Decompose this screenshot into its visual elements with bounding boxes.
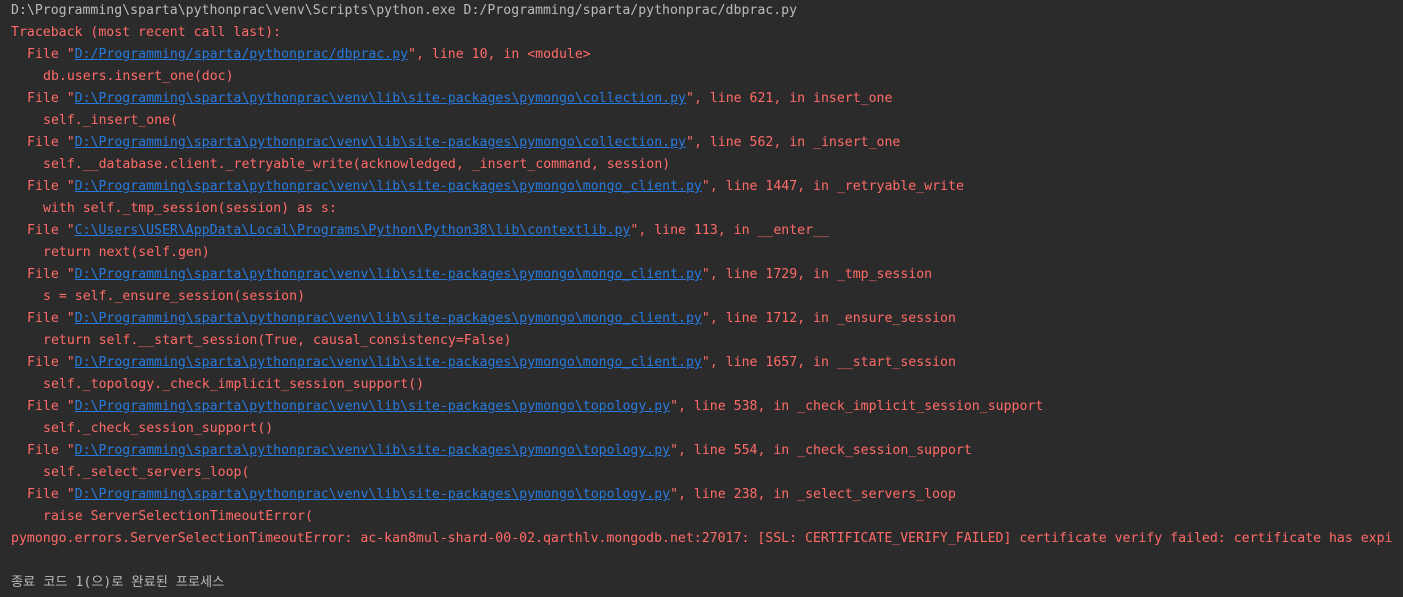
- file-path-link[interactable]: D:\Programming\sparta\pythonprac\venv\li…: [75, 91, 686, 106]
- frame-prefix: File ": [27, 179, 75, 194]
- traceback-code-line: s = self._ensure_session(session): [43, 289, 306, 304]
- traceback-code-line: db.users.insert_one(doc): [43, 69, 234, 84]
- frame-location: ", line 10, in <module>: [408, 47, 591, 62]
- frame-location: ", line 1712, in _ensure_session: [701, 311, 956, 326]
- file-path-link[interactable]: D:\Programming\sparta\pythonprac\venv\li…: [75, 487, 670, 502]
- frame-prefix: File ": [27, 355, 75, 370]
- traceback-frame: File "D:\Programming\sparta\pythonprac\v…: [11, 484, 956, 506]
- file-path-link[interactable]: D:/Programming/sparta/pythonprac/dbprac.…: [75, 47, 408, 62]
- traceback-frame: File "D:\Programming\sparta\pythonprac\v…: [11, 88, 892, 110]
- frame-prefix: File ": [27, 91, 75, 106]
- traceback-frame: File "D:\Programming\sparta\pythonprac\v…: [11, 176, 964, 198]
- traceback-code-line: self._select_servers_loop(: [43, 465, 250, 480]
- file-path-link[interactable]: D:\Programming\sparta\pythonprac\venv\li…: [75, 267, 702, 282]
- run-console-output[interactable]: D:\Programming\sparta\pythonprac\venv\Sc…: [0, 0, 1403, 597]
- traceback-frame: File "D:\Programming\sparta\pythonprac\v…: [11, 352, 956, 374]
- frame-prefix: File ": [27, 399, 75, 414]
- file-path-link[interactable]: D:\Programming\sparta\pythonprac\venv\li…: [75, 355, 702, 370]
- traceback-header: Traceback (most recent call last):: [11, 25, 281, 40]
- file-path-link[interactable]: D:\Programming\sparta\pythonprac\venv\li…: [75, 135, 686, 150]
- frame-prefix: File ": [27, 135, 75, 150]
- frame-location: ", line 562, in _insert_one: [686, 135, 901, 150]
- traceback-code-line: self._check_session_support(): [43, 421, 274, 436]
- file-path-link[interactable]: D:\Programming\sparta\pythonprac\venv\li…: [75, 311, 702, 326]
- traceback-code-line: self._insert_one(: [43, 113, 178, 128]
- frame-prefix: File ": [27, 443, 75, 458]
- traceback-frame: File "C:\Users\USER\AppData\Local\Progra…: [11, 220, 829, 242]
- traceback-frame: File "D:\Programming\sparta\pythonprac\v…: [11, 396, 1043, 418]
- traceback-frame: File "D:\Programming\sparta\pythonprac\v…: [11, 440, 972, 462]
- frame-prefix: File ": [27, 311, 75, 326]
- traceback-frame: File "D:\Programming\sparta\pythonprac\v…: [11, 132, 900, 154]
- frame-location: ", line 538, in _check_implicit_session_…: [670, 399, 1044, 414]
- frame-location: ", line 1729, in _tmp_session: [701, 267, 933, 282]
- error-message: pymongo.errors.ServerSelectionTimeoutErr…: [11, 531, 1393, 546]
- frame-location: ", line 1447, in _retryable_write: [701, 179, 964, 194]
- file-path-link[interactable]: D:\Programming\sparta\pythonprac\venv\li…: [75, 179, 702, 194]
- frame-prefix: File ": [27, 223, 75, 238]
- traceback-code-line: raise ServerSelectionTimeoutError(: [43, 509, 313, 524]
- frame-prefix: File ": [27, 47, 75, 62]
- frame-location: ", line 238, in _select_servers_loop: [670, 487, 956, 502]
- file-path-link[interactable]: D:\Programming\sparta\pythonprac\venv\li…: [75, 399, 670, 414]
- frame-location: ", line 621, in insert_one: [686, 91, 893, 106]
- process-exit-message: 종료 코드 1(으)로 완료된 프로세스: [11, 575, 225, 590]
- file-path-link[interactable]: D:\Programming\sparta\pythonprac\venv\li…: [75, 443, 670, 458]
- frame-prefix: File ": [27, 267, 75, 282]
- frame-location: ", line 113, in __enter__: [630, 223, 829, 238]
- traceback-code-line: return self.__start_session(True, causal…: [43, 333, 512, 348]
- traceback-code-line: self.__database.client._retryable_write(…: [43, 157, 671, 172]
- traceback-code-line: self._topology._check_implicit_session_s…: [43, 377, 425, 392]
- frame-location: ", line 554, in _check_session_support: [670, 443, 972, 458]
- traceback-code-line: with self._tmp_session(session) as s:: [43, 201, 337, 216]
- traceback-frame: File "D:/Programming/sparta/pythonprac/d…: [11, 44, 591, 66]
- frame-prefix: File ": [27, 487, 75, 502]
- frame-location: ", line 1657, in __start_session: [701, 355, 956, 370]
- traceback-frame: File "D:\Programming\sparta\pythonprac\v…: [11, 264, 932, 286]
- traceback-frame: File "D:\Programming\sparta\pythonprac\v…: [11, 308, 956, 330]
- file-path-link[interactable]: C:\Users\USER\AppData\Local\Programs\Pyt…: [75, 223, 631, 238]
- traceback-code-line: return next(self.gen): [43, 245, 210, 260]
- run-command-line: D:\Programming\sparta\pythonprac\venv\Sc…: [11, 3, 798, 18]
